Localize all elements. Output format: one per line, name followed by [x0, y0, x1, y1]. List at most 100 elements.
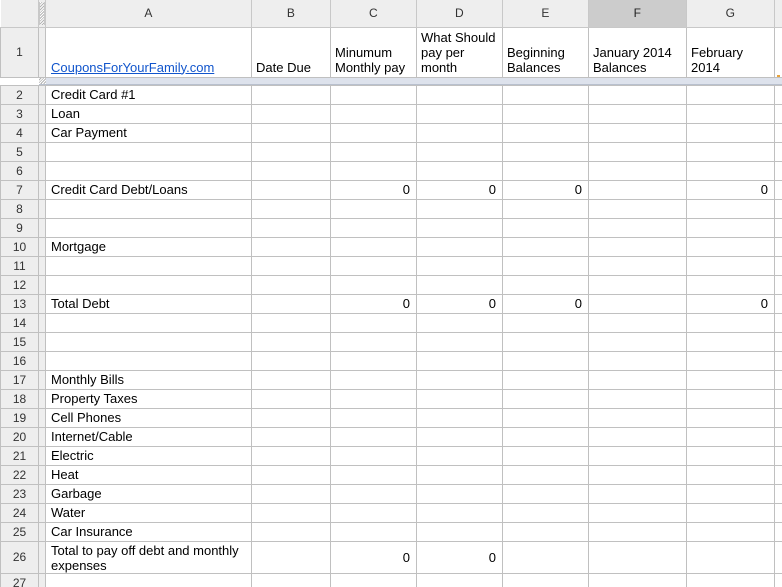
cell-F6[interactable] — [588, 160, 687, 181]
cell-G14[interactable] — [686, 312, 775, 333]
cell-F3[interactable] — [588, 103, 687, 124]
cell-C22[interactable] — [330, 464, 417, 485]
cell-B22[interactable] — [251, 464, 331, 485]
cell-B5[interactable] — [251, 141, 331, 162]
cell-F12[interactable] — [588, 274, 687, 295]
cell-H6[interactable] — [774, 160, 782, 181]
cell-B20[interactable] — [251, 426, 331, 447]
cell-A20[interactable]: Internet/Cable — [45, 426, 252, 447]
row-number-10[interactable]: 10 — [0, 236, 39, 257]
cell-B9[interactable] — [251, 217, 331, 238]
cell-G6[interactable] — [686, 160, 775, 181]
cell-B24[interactable] — [251, 502, 331, 523]
cell-h1-overflow[interactable] — [774, 26, 782, 78]
cell-H22[interactable] — [774, 464, 782, 485]
cell-A13[interactable]: Total Debt — [45, 293, 252, 314]
column-header-d[interactable]: D — [416, 0, 503, 28]
cell-D10[interactable] — [416, 236, 503, 257]
column-header-e[interactable]: E — [502, 0, 589, 28]
row-number-3[interactable]: 3 — [0, 103, 39, 124]
cell-G27[interactable] — [686, 572, 775, 587]
cell-D21[interactable] — [416, 445, 503, 466]
column-header-g[interactable]: G — [686, 0, 775, 28]
cell-F26[interactable] — [588, 540, 687, 574]
cell-C16[interactable] — [330, 350, 417, 371]
cell-F2[interactable] — [588, 84, 687, 105]
cell-G2[interactable] — [686, 84, 775, 105]
cell-H3[interactable] — [774, 103, 782, 124]
cell-E8[interactable] — [502, 198, 589, 219]
cell-D3[interactable] — [416, 103, 503, 124]
column-header-c[interactable]: C — [330, 0, 417, 28]
cell-A2[interactable]: Credit Card #1 — [45, 84, 252, 105]
cell-A3[interactable]: Loan — [45, 103, 252, 124]
cell-D25[interactable] — [416, 521, 503, 542]
cell-H7[interactable] — [774, 179, 782, 200]
cell-G7[interactable]: 0 — [686, 179, 775, 200]
spreadsheet-grid[interactable]: A B C D E F G 1 CouponsForYourFamily.com… — [0, 0, 782, 587]
row-number-22[interactable]: 22 — [0, 464, 39, 485]
cell-H24[interactable] — [774, 502, 782, 523]
cell-F4[interactable] — [588, 122, 687, 143]
frozen-column-handle[interactable] — [38, 0, 46, 28]
column-header-b[interactable]: B — [251, 0, 331, 28]
cell-D26[interactable]: 0 — [416, 540, 503, 574]
row-number-5[interactable]: 5 — [0, 141, 39, 162]
cell-B12[interactable] — [251, 274, 331, 295]
cell-D17[interactable] — [416, 369, 503, 390]
cell-D15[interactable] — [416, 331, 503, 352]
cell-G17[interactable] — [686, 369, 775, 390]
row-number-12[interactable]: 12 — [0, 274, 39, 295]
cell-E14[interactable] — [502, 312, 589, 333]
cell-C20[interactable] — [330, 426, 417, 447]
cell-B8[interactable] — [251, 198, 331, 219]
cell-H25[interactable] — [774, 521, 782, 542]
cell-C7[interactable]: 0 — [330, 179, 417, 200]
cell-F7[interactable] — [588, 179, 687, 200]
cell-H8[interactable] — [774, 198, 782, 219]
row-number-4[interactable]: 4 — [0, 122, 39, 143]
cell-E27[interactable] — [502, 572, 589, 587]
cell-A18[interactable]: Property Taxes — [45, 388, 252, 409]
cell-B13[interactable] — [251, 293, 331, 314]
cell-F27[interactable] — [588, 572, 687, 587]
cell-A23[interactable]: Garbage — [45, 483, 252, 504]
cell-B6[interactable] — [251, 160, 331, 181]
cell-E26[interactable] — [502, 540, 589, 574]
cell-D11[interactable] — [416, 255, 503, 276]
cell-A16[interactable] — [45, 350, 252, 371]
cell-C27[interactable] — [330, 572, 417, 587]
cell-B10[interactable] — [251, 236, 331, 257]
cell-E20[interactable] — [502, 426, 589, 447]
cell-G4[interactable] — [686, 122, 775, 143]
cell-B17[interactable] — [251, 369, 331, 390]
cell-C26[interactable]: 0 — [330, 540, 417, 574]
cell-E12[interactable] — [502, 274, 589, 295]
cell-C19[interactable] — [330, 407, 417, 428]
cell-B27[interactable] — [251, 572, 331, 587]
cell-G10[interactable] — [686, 236, 775, 257]
row-number-24[interactable]: 24 — [0, 502, 39, 523]
cell-C24[interactable] — [330, 502, 417, 523]
cell-F20[interactable] — [588, 426, 687, 447]
cell-H26[interactable] — [774, 540, 782, 574]
cell-C5[interactable] — [330, 141, 417, 162]
frozen-row-divider[interactable] — [0, 76, 782, 85]
cell-F9[interactable] — [588, 217, 687, 238]
cell-H4[interactable] — [774, 122, 782, 143]
cell-G8[interactable] — [686, 198, 775, 219]
row-number-7[interactable]: 7 — [0, 179, 39, 200]
cell-D6[interactable] — [416, 160, 503, 181]
cell-B3[interactable] — [251, 103, 331, 124]
cell-C21[interactable] — [330, 445, 417, 466]
cell-E3[interactable] — [502, 103, 589, 124]
cell-H23[interactable] — [774, 483, 782, 504]
cell-G20[interactable] — [686, 426, 775, 447]
cell-G16[interactable] — [686, 350, 775, 371]
row-number-27[interactable]: 27 — [0, 572, 39, 587]
row-number-1[interactable]: 1 — [0, 26, 39, 78]
cell-C18[interactable] — [330, 388, 417, 409]
row-number-6[interactable]: 6 — [0, 160, 39, 181]
cell-D9[interactable] — [416, 217, 503, 238]
row-number-23[interactable]: 23 — [0, 483, 39, 504]
